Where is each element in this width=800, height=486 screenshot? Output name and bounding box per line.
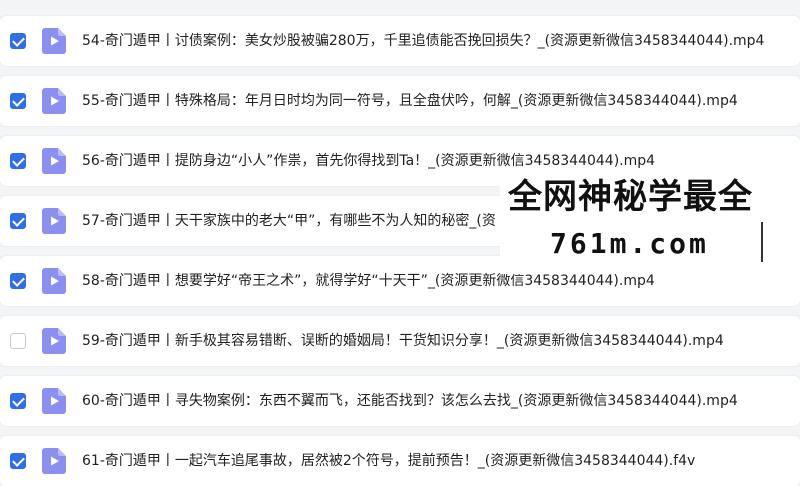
video-file-icon [42,328,66,354]
file-row[interactable]: 59-奇门遁甲丨新手极其容易错断、误断的婚姻局！干货知识分享！_(资源更新微信3… [0,316,800,366]
file-checkbox[interactable] [10,333,26,349]
file-name[interactable]: 61-奇门遁甲丨一起汽车追尾事故，居然被2个符号，提前预告！_(资源更新微信34… [82,436,794,486]
video-file-icon [42,28,66,54]
text-cursor [761,222,763,262]
file-name[interactable]: 54-奇门遁甲丨讨债案例：美女炒股被骗280万，千里追债能否挽回损失？_(资源更… [82,16,794,66]
video-file-icon [42,388,66,414]
watermark-title: 全网神秘学最全 [508,177,753,217]
file-name[interactable]: 55-奇门遁甲丨特殊格局：年月日时均为同一符号，且全盘伏吟，何解_(资源更新微信… [82,76,794,126]
file-checkbox[interactable] [10,93,26,109]
file-row[interactable]: 60-奇门遁甲丨寻失物案例：东西不翼而飞，还能否找到？该怎么去找_(资源更新微信… [0,376,800,426]
file-checkbox[interactable] [10,153,26,169]
file-checkbox[interactable] [10,273,26,289]
file-row[interactable]: 55-奇门遁甲丨特殊格局：年月日时均为同一符号，且全盘伏吟，何解_(资源更新微信… [0,76,800,126]
video-file-icon [42,268,66,294]
file-checkbox[interactable] [10,393,26,409]
file-name[interactable]: 59-奇门遁甲丨新手极其容易错断、误断的婚姻局！干货知识分享！_(资源更新微信3… [82,316,794,366]
file-checkbox[interactable] [10,213,26,229]
file-checkbox[interactable] [10,453,26,469]
file-row[interactable]: 61-奇门遁甲丨一起汽车追尾事故，居然被2个符号，提前预告！_(资源更新微信34… [0,436,800,486]
watermark-banner: 全网神秘学最全 761m.com [500,172,800,274]
video-file-icon [42,88,66,114]
file-name[interactable]: 60-奇门遁甲丨寻失物案例：东西不翼而飞，还能否找到？该怎么去找_(资源更新微信… [82,376,794,426]
watermark-site: 761m.com [550,227,709,260]
video-file-icon [42,448,66,474]
video-file-icon [42,208,66,234]
video-file-icon [42,148,66,174]
file-checkbox[interactable] [10,33,26,49]
file-row[interactable]: 54-奇门遁甲丨讨债案例：美女炒股被骗280万，千里追债能否挽回损失？_(资源更… [0,16,800,66]
